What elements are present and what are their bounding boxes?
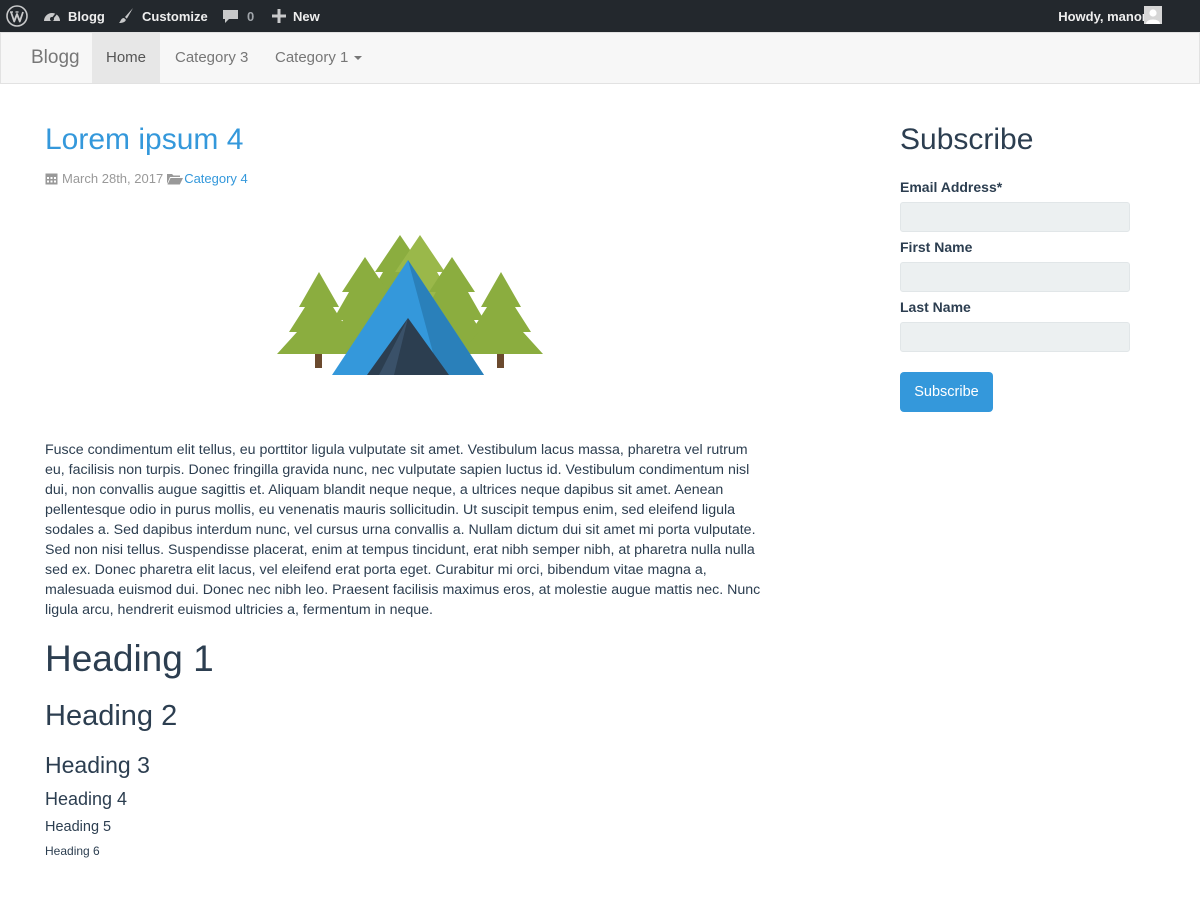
caret-down-icon xyxy=(354,56,363,61)
plus-icon xyxy=(272,9,286,23)
calendar-icon xyxy=(45,173,58,184)
post-date: March 28th, 2017 xyxy=(62,170,164,186)
site-name-menu[interactable]: Blogg xyxy=(43,0,105,32)
heading-4: Heading 4 xyxy=(45,789,128,809)
email-field[interactable] xyxy=(900,202,1130,232)
heading-6: Heading 6 xyxy=(45,844,100,858)
post-category-link[interactable]: Category 4 xyxy=(184,171,248,186)
post-body: Fusce condimentum elit tellus, eu portti… xyxy=(45,442,761,618)
comments-count: 0 xyxy=(247,8,255,24)
comments-link[interactable]: 0 xyxy=(222,0,254,32)
first-name-label: First Name xyxy=(900,239,973,255)
heading-1: Heading 1 xyxy=(45,638,214,679)
heading-3: Heading 3 xyxy=(45,752,150,778)
nav-item-home[interactable]: Home xyxy=(92,33,160,83)
post-title[interactable]: Lorem ipsum 4 xyxy=(45,122,243,158)
post-meta: March 28th, 2017 Category 4 xyxy=(45,169,248,187)
last-name-label: Last Name xyxy=(900,299,971,315)
last-name-field[interactable] xyxy=(900,322,1130,352)
folder-open-icon xyxy=(167,173,184,184)
heading-2: Heading 2 xyxy=(45,700,178,732)
admin-bar: Blogg Customize 0 New Howdy, manornk xyxy=(0,0,1200,32)
avatar-icon[interactable] xyxy=(1144,6,1162,24)
new-content-menu[interactable]: New xyxy=(272,0,320,32)
customize-label: Customize xyxy=(142,8,208,24)
comment-icon xyxy=(223,10,238,23)
nav-item-category-1-label: Category 1 xyxy=(275,49,349,66)
new-label: New xyxy=(293,8,320,24)
wp-logo-menu[interactable] xyxy=(6,0,28,32)
site-name-label: Blogg xyxy=(68,8,105,24)
dashboard-icon xyxy=(44,13,60,21)
nav-item-category-3[interactable]: Category 3 xyxy=(160,33,263,83)
subscribe-button[interactable]: Subscribe xyxy=(900,372,993,412)
featured-image xyxy=(277,235,543,375)
first-name-field[interactable] xyxy=(900,262,1130,292)
customize-link[interactable]: Customize xyxy=(117,0,208,32)
wordpress-icon xyxy=(6,5,28,27)
heading-5: Heading 5 xyxy=(45,819,112,835)
nav-item-category-1[interactable]: Category 1 xyxy=(260,33,377,83)
site-navbar: Blogg Home Category 3 Category 1 xyxy=(0,32,1200,84)
subscribe-title: Subscribe xyxy=(900,123,1034,156)
navbar-brand[interactable]: Blogg xyxy=(31,33,80,83)
email-label: Email Address* xyxy=(900,179,1003,195)
paintbrush-icon xyxy=(119,8,133,23)
